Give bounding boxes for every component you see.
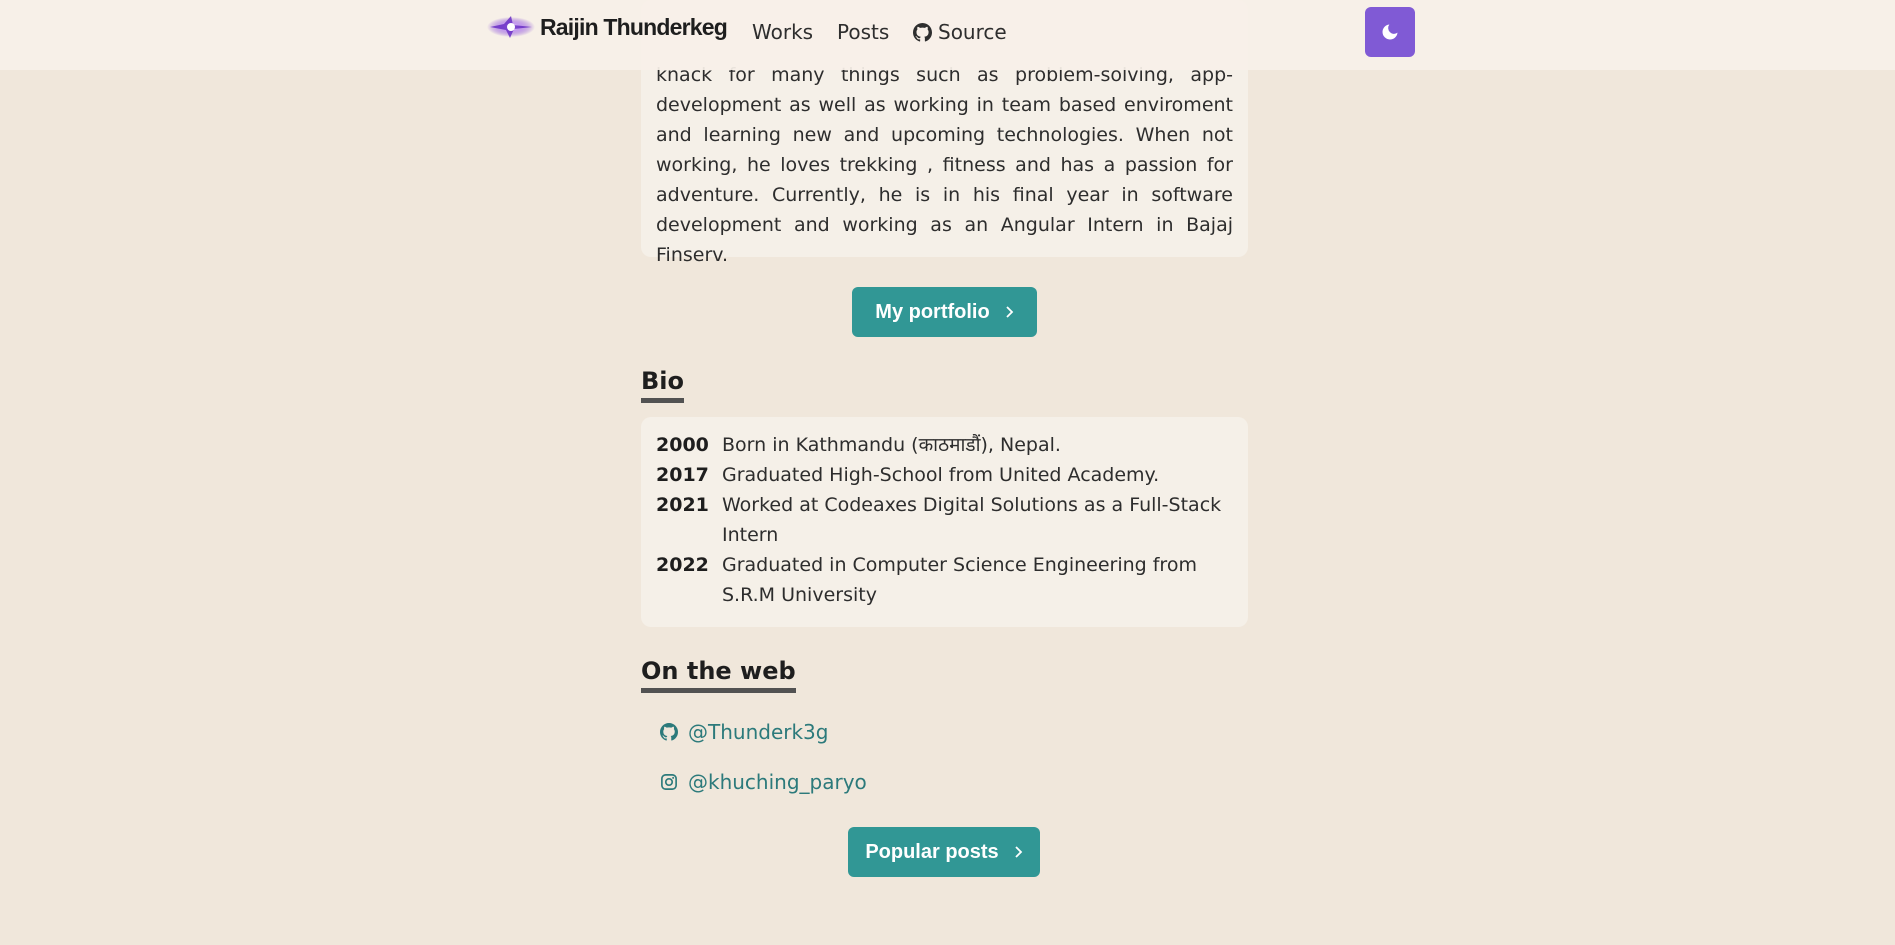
nav-posts-label: Posts (837, 20, 890, 44)
nav-works-label: Works (752, 20, 814, 44)
theme-toggle-button[interactable] (1365, 7, 1415, 57)
bio-year: 2021 (656, 494, 709, 516)
nav-posts[interactable]: Posts (837, 20, 889, 44)
instagram-profile-label: @khuching_paryo (688, 770, 867, 794)
bio-text: Graduated High-School from United Academ… (722, 464, 1160, 486)
navbar: Raijin Thunderkeg Works Posts Source (0, 0, 1895, 70)
bio-year: 2017 (656, 464, 709, 486)
nav-source[interactable]: Source (913, 20, 1007, 44)
about-text: knack for many things such as problem-so… (656, 64, 1233, 266)
chevron-right-icon (1015, 846, 1022, 858)
bio-entry: 2022 Graduated in Computer Science Engin… (656, 550, 1233, 610)
brand-logo-icon (487, 16, 535, 38)
brand-name: Raijin Thunderkeg (540, 13, 728, 40)
bio-entry: 2000 Born in Kathmandu (काठमाडौं), Nepal… (656, 430, 1233, 460)
nav-source-label: Source (938, 20, 1007, 44)
github-icon (660, 723, 678, 741)
instagram-profile-link[interactable]: @khuching_paryo (660, 770, 867, 794)
brand-link[interactable]: Raijin Thunderkeg (486, 10, 728, 44)
popular-posts-label: Popular posts (865, 840, 999, 863)
bio-text: Born in Kathmandu (काठमाडौं), Nepal. (722, 434, 1061, 456)
bio-text: Graduated in Computer Science Engineerin… (722, 554, 1197, 606)
bio-card: 2000 Born in Kathmandu (काठमाडौं), Nepal… (641, 417, 1248, 627)
moon-icon (1382, 24, 1398, 40)
bio-heading: Bio (641, 366, 685, 403)
github-icon (913, 22, 932, 42)
my-portfolio-label: My portfolio (875, 300, 990, 323)
bio-year: 2022 (656, 554, 709, 576)
instagram-icon (661, 774, 677, 790)
github-profile-link[interactable]: @Thunderk3g (660, 720, 828, 744)
bio-entry: 2021 Worked at Codeaxes Digital Solution… (656, 490, 1233, 550)
my-portfolio-button[interactable]: My portfolio (852, 287, 1037, 337)
bio-text: Worked at Codeaxes Digital Solutions as … (722, 494, 1222, 546)
popular-posts-button[interactable]: Popular posts (848, 827, 1040, 877)
github-profile-label: @Thunderk3g (688, 720, 829, 744)
nav-works[interactable]: Works (752, 20, 813, 44)
bio-entry: 2017 Graduated High-School from United A… (656, 460, 1233, 490)
bio-year: 2000 (656, 434, 709, 456)
chevron-right-icon (1006, 306, 1013, 318)
on-the-web-heading: On the web (641, 656, 796, 693)
